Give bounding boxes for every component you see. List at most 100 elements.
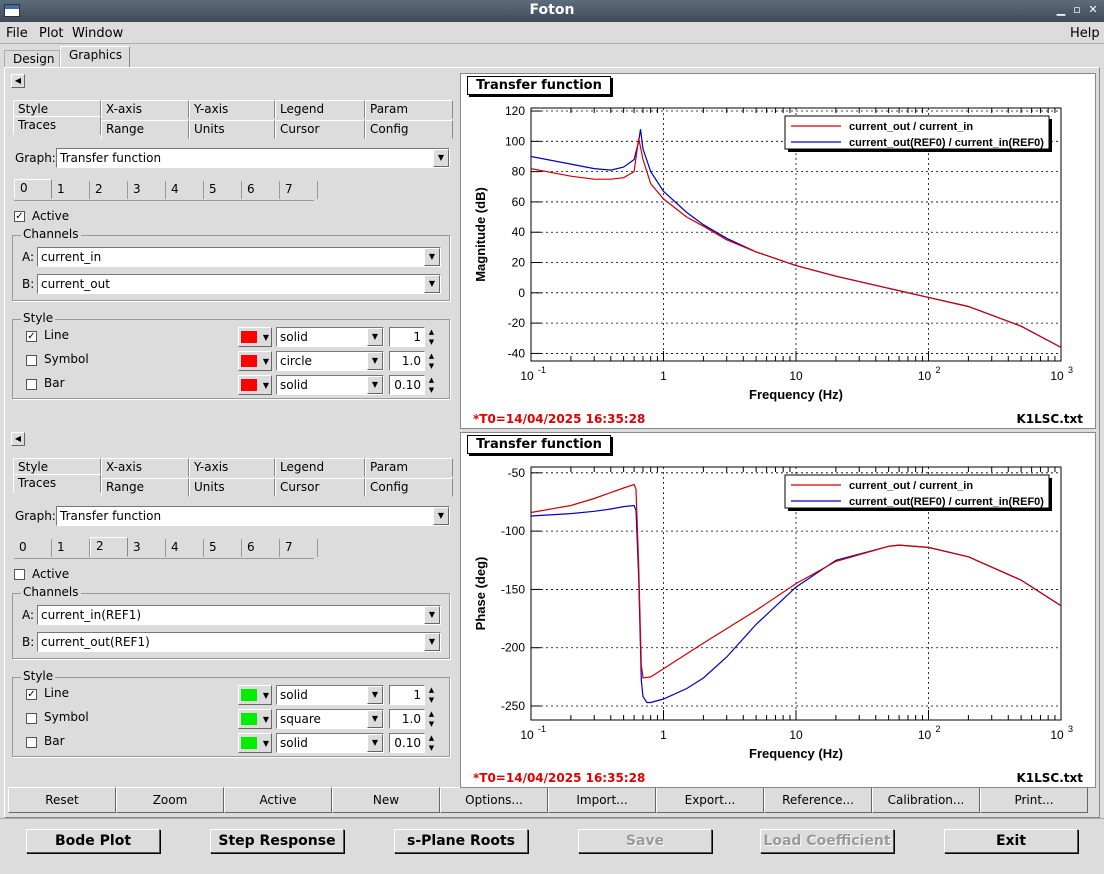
trace-tab-4[interactable]: 4 — [166, 539, 204, 557]
spin-down-icon[interactable]: ▼ — [426, 695, 437, 705]
graph-select[interactable]: Transfer function ▼ — [56, 506, 450, 526]
chevron-down-icon[interactable]: ▼ — [367, 328, 383, 346]
chevron-down-icon[interactable]: ▼ — [367, 710, 383, 728]
zoom-button[interactable]: Zoom — [116, 787, 224, 813]
tab-x-axis[interactable]: X-axis — [101, 100, 189, 119]
active-checkbox[interactable]: ✓ — [14, 211, 25, 222]
chevron-down-icon[interactable]: ▼ — [433, 507, 449, 525]
save-button[interactable]: Save — [578, 829, 712, 853]
spin-down-icon[interactable]: ▼ — [426, 337, 437, 347]
symbol-size-spinner[interactable]: 1.0 ▲ ▼ — [389, 351, 437, 371]
trace-tab-0[interactable]: 0 — [14, 179, 52, 199]
symbol-checkbox[interactable] — [26, 355, 37, 366]
trace-tab-2[interactable]: 2 — [90, 181, 128, 199]
collapse-toggle-icon[interactable]: ◀ — [11, 74, 25, 88]
tab-cursor[interactable]: Cursor — [275, 478, 365, 497]
s-plane-roots-button[interactable]: s-Plane Roots — [394, 829, 528, 853]
options-button[interactable]: Options... — [440, 787, 548, 813]
spin-down-icon[interactable]: ▼ — [426, 385, 437, 395]
tab-range[interactable]: Range — [101, 120, 189, 139]
active-checkbox[interactable] — [14, 569, 25, 580]
chevron-down-icon[interactable]: ▼ — [424, 606, 440, 624]
new-button[interactable]: New — [332, 787, 440, 813]
tab-range[interactable]: Range — [101, 478, 189, 497]
trace-tab-6[interactable]: 6 — [242, 539, 280, 557]
menu-window[interactable]: Window — [72, 26, 123, 41]
active-button[interactable]: Active — [224, 787, 332, 813]
bode-plot-button[interactable]: Bode Plot — [26, 829, 160, 853]
tab-units[interactable]: Units — [189, 478, 275, 497]
color-picker[interactable]: ▼ — [238, 685, 272, 705]
chevron-down-icon[interactable]: ▼ — [367, 376, 383, 394]
exit-button[interactable]: Exit — [944, 829, 1078, 853]
line-style-select[interactable]: solid ▼ — [276, 685, 384, 705]
trace-tab-6[interactable]: 6 — [242, 181, 280, 199]
symbol-size-spinner[interactable]: 1.0 ▲ ▼ — [389, 709, 437, 729]
line-size-spinner[interactable]: 1 ▲ ▼ — [389, 685, 437, 705]
spin-up-icon[interactable]: ▲ — [426, 733, 437, 743]
size-value[interactable]: 1.0 — [389, 709, 425, 729]
spin-down-icon[interactable]: ▼ — [426, 719, 437, 729]
tab-units[interactable]: Units — [189, 120, 275, 139]
bar-checkbox[interactable] — [26, 737, 37, 748]
reset-button[interactable]: Reset — [8, 787, 116, 813]
line-style-select[interactable]: solid ▼ — [276, 327, 384, 347]
trace-tab-2[interactable]: 2 — [90, 537, 128, 557]
spin-up-icon[interactable]: ▲ — [426, 685, 437, 695]
tab-legend[interactable]: Legend — [275, 100, 365, 119]
line-size-spinner[interactable]: 1 ▲ ▼ — [389, 327, 437, 347]
size-value[interactable]: 1.0 — [389, 351, 425, 371]
close-icon[interactable]: ✕ — [1086, 3, 1100, 17]
chevron-down-icon[interactable]: ▼ — [367, 734, 383, 752]
reference-button[interactable]: Reference... — [764, 787, 872, 813]
minimize-icon[interactable]: ▁ — [1054, 3, 1068, 17]
plot-pane[interactable]: Transfer function *T0=14/04/2025 16:35:28… — [460, 73, 1096, 429]
trace-tab-7[interactable]: 7 — [280, 539, 318, 557]
maximize-icon[interactable]: ▫ — [1070, 3, 1084, 17]
size-value[interactable]: 1 — [389, 685, 425, 705]
size-value[interactable]: 0.10 — [389, 375, 425, 395]
channel-a-select[interactable]: current_in(REF1) ▼ — [37, 605, 441, 625]
color-picker[interactable]: ▼ — [238, 375, 272, 395]
tab-config[interactable]: Config — [365, 120, 453, 139]
plot-pane[interactable]: Transfer function *T0=14/04/2025 16:35:28… — [460, 432, 1096, 788]
bar-checkbox[interactable] — [26, 379, 37, 390]
trace-tab-1[interactable]: 1 — [52, 539, 90, 557]
collapse-toggle-icon[interactable]: ◀ — [11, 432, 25, 446]
trace-tab-5[interactable]: 5 — [204, 539, 242, 557]
spin-down-icon[interactable]: ▼ — [426, 361, 437, 371]
spin-up-icon[interactable]: ▲ — [426, 375, 437, 385]
spin-up-icon[interactable]: ▲ — [426, 327, 437, 337]
tab-config[interactable]: Config — [365, 478, 453, 497]
bar-size-spinner[interactable]: 0.10 ▲ ▼ — [389, 733, 437, 753]
tab-traces[interactable]: Traces — [13, 116, 101, 135]
menu-file[interactable]: File — [6, 26, 28, 41]
trace-tab-1[interactable]: 1 — [52, 181, 90, 199]
tab-cursor[interactable]: Cursor — [275, 120, 365, 139]
line-checkbox[interactable]: ✓ — [26, 689, 37, 700]
menu-help[interactable]: Help — [1070, 26, 1100, 41]
tab-graphics[interactable]: Graphics — [60, 46, 130, 68]
trace-tab-4[interactable]: 4 — [166, 181, 204, 199]
chevron-down-icon[interactable]: ▼ — [367, 686, 383, 704]
trace-tab-5[interactable]: 5 — [204, 181, 242, 199]
chevron-down-icon[interactable]: ▼ — [424, 275, 440, 293]
trace-tab-3[interactable]: 3 — [128, 539, 166, 557]
bar-style-select[interactable]: solid ▼ — [276, 375, 384, 395]
color-picker[interactable]: ▼ — [238, 733, 272, 753]
channel-a-select[interactable]: current_in ▼ — [37, 247, 441, 267]
step-response-button[interactable]: Step Response — [210, 829, 344, 853]
chevron-down-icon[interactable]: ▼ — [433, 149, 449, 167]
trace-tab-7[interactable]: 7 — [280, 181, 318, 199]
channel-b-select[interactable]: current_out(REF1) ▼ — [37, 632, 441, 652]
tab-y-axis[interactable]: Y-axis — [189, 100, 275, 119]
spin-down-icon[interactable]: ▼ — [426, 743, 437, 753]
tab-param[interactable]: Param — [365, 458, 453, 477]
bar-size-spinner[interactable]: 0.10 ▲ ▼ — [389, 375, 437, 395]
chevron-down-icon[interactable]: ▼ — [367, 352, 383, 370]
tab-design[interactable]: Design — [4, 50, 60, 68]
color-picker[interactable]: ▼ — [238, 709, 272, 729]
trace-tab-3[interactable]: 3 — [128, 181, 166, 199]
color-picker[interactable]: ▼ — [238, 351, 272, 371]
import-button[interactable]: Import... — [548, 787, 656, 813]
